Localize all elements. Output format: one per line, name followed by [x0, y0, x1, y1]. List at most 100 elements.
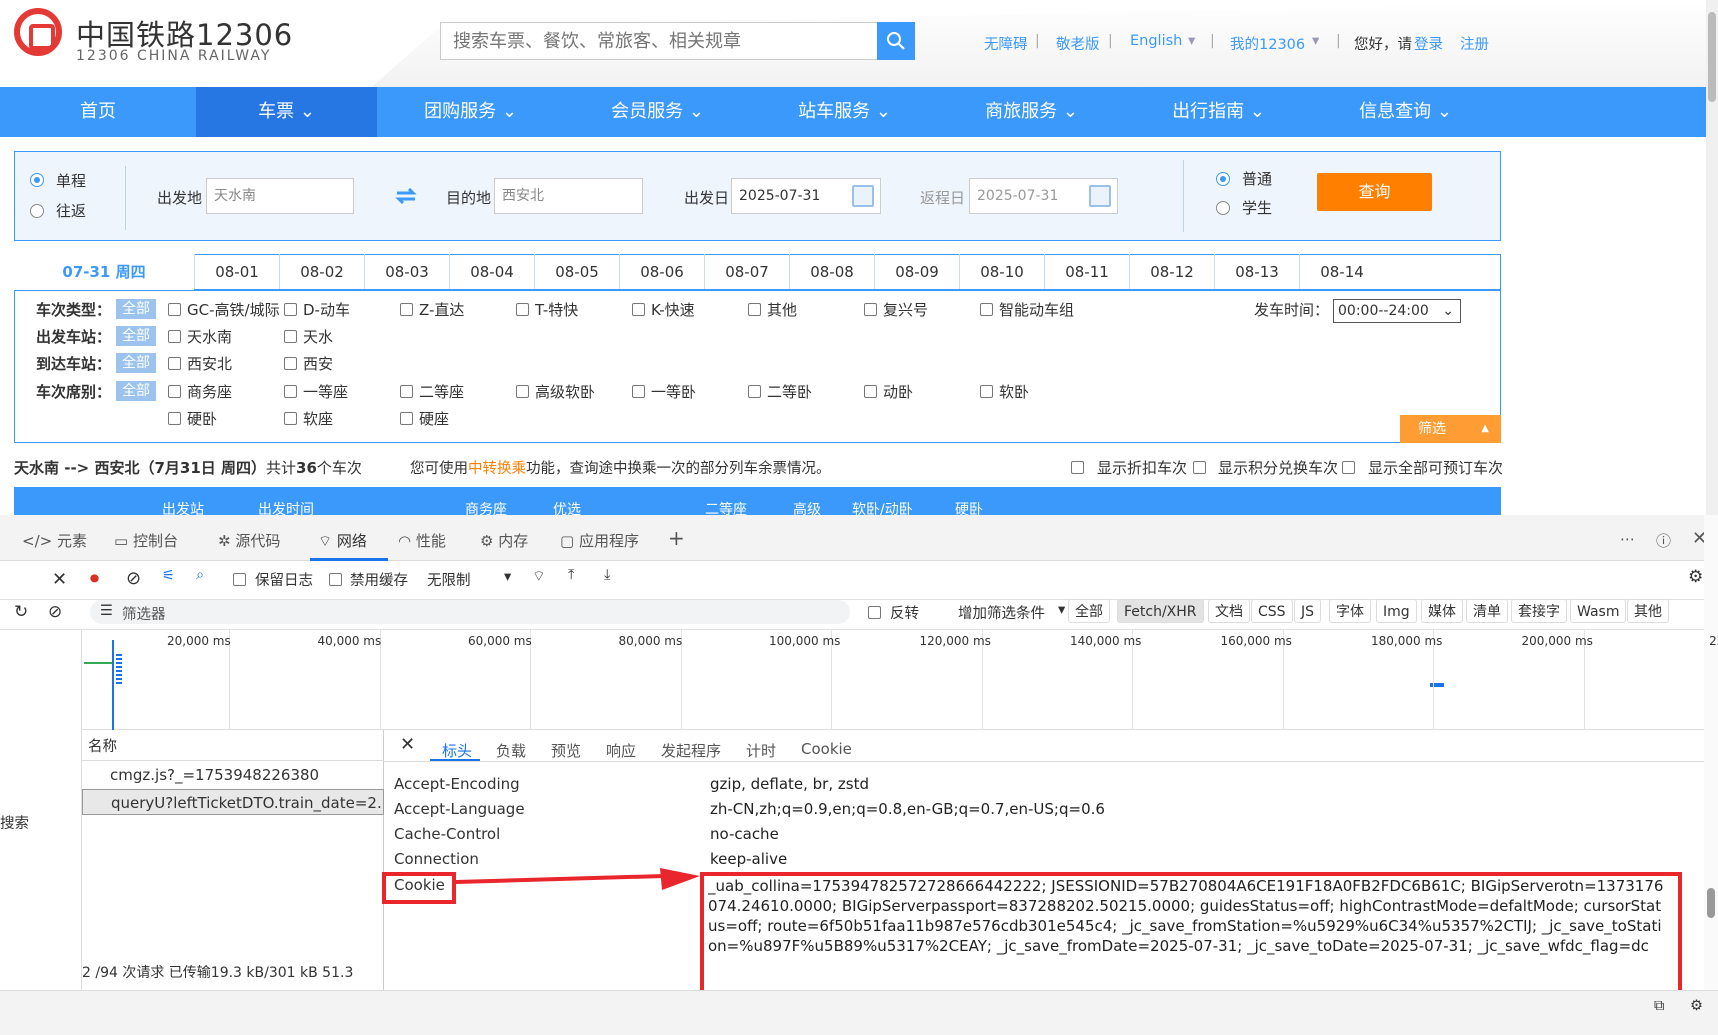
- nav-member[interactable]: 会员服务 ⌄: [564, 87, 751, 137]
- filter-checkbox[interactable]: [168, 357, 181, 370]
- search-button[interactable]: [877, 22, 915, 60]
- resource-type-chip[interactable]: 套接字: [1511, 599, 1567, 623]
- site-search-input[interactable]: [441, 23, 877, 59]
- filter-checkbox[interactable]: [400, 412, 413, 425]
- transfer-link[interactable]: 中转换乘: [468, 461, 526, 477]
- column-header[interactable]: 硬卧: [955, 499, 983, 515]
- network-conditions-icon[interactable]: ⌔: [532, 568, 546, 586]
- elder-mode-link[interactable]: 敬老版: [1056, 33, 1100, 54]
- date-tab[interactable]: 08-08: [789, 254, 874, 290]
- more-filters-button[interactable]: 增加筛选条件: [958, 602, 1045, 623]
- filter-checkbox[interactable]: [284, 385, 297, 398]
- detail-tab-preview[interactable]: 预览: [551, 740, 581, 761]
- filter-checkbox[interactable]: [516, 303, 529, 316]
- from-station-input[interactable]: 天水南: [206, 178, 354, 214]
- page-scroll-thumb[interactable]: [1708, 12, 1716, 102]
- clear-icon[interactable]: ⊘: [126, 568, 141, 589]
- request-row-selected[interactable]: queryU?leftTicketDTO.train_date=2...: [82, 789, 384, 815]
- tab-network[interactable]: ⌔ 网络: [318, 530, 367, 551]
- date-tab[interactable]: 08-02: [279, 254, 364, 290]
- close-drawer-icon[interactable]: ✕: [52, 569, 67, 590]
- nav-station[interactable]: 站车服务 ⌄: [751, 87, 938, 137]
- search-icon[interactable]: ⌕: [196, 567, 204, 583]
- filter-toggle-button[interactable]: 筛选 ▲: [1400, 415, 1501, 443]
- filter-checkbox[interactable]: [400, 303, 413, 316]
- all-train-types-button[interactable]: 全部: [116, 299, 156, 319]
- all-depart-stations-button[interactable]: 全部: [116, 326, 156, 346]
- filter-icon[interactable]: ⚟: [162, 568, 175, 584]
- tab-sources[interactable]: ✲ 源代码: [218, 530, 280, 551]
- nav-guide[interactable]: 出行指南 ⌄: [1125, 87, 1312, 137]
- date-tab-selected[interactable]: 07-31 周四: [14, 254, 194, 290]
- resource-type-chip[interactable]: Img: [1376, 599, 1417, 623]
- date-tab[interactable]: 08-03: [364, 254, 449, 290]
- filter-checkbox[interactable]: [980, 385, 993, 398]
- filter-checkbox[interactable]: [864, 385, 877, 398]
- detail-tab-timing[interactable]: 计时: [746, 740, 776, 761]
- column-header[interactable]: 出发时间: [258, 499, 314, 515]
- column-header[interactable]: 商务座: [465, 499, 507, 515]
- depart-time-select[interactable]: 00:00--24:00 ⌄: [1333, 299, 1461, 323]
- nav-info[interactable]: 信息查询 ⌄: [1312, 87, 1499, 137]
- english-link[interactable]: English: [1130, 33, 1182, 49]
- resource-type-chip[interactable]: 其他: [1627, 599, 1669, 623]
- query-button[interactable]: 查询: [1317, 173, 1432, 211]
- column-header[interactable]: 二等座: [705, 499, 747, 515]
- nav-home[interactable]: 首页: [0, 87, 196, 137]
- filter-checkbox[interactable]: [748, 303, 761, 316]
- left-search-label[interactable]: 搜索: [0, 812, 29, 833]
- request-row[interactable]: cmgz.js?_=1753948226380: [82, 762, 384, 788]
- discount-trains-checkbox[interactable]: [1071, 461, 1084, 474]
- column-header[interactable]: 优选: [553, 499, 581, 515]
- settings-gear-icon[interactable]: ⚙: [1688, 567, 1703, 587]
- nav-tickets[interactable]: 车票 ⌄: [196, 87, 377, 137]
- date-tab[interactable]: 08-11: [1044, 254, 1129, 290]
- more-options-icon[interactable]: ⋯: [1620, 530, 1635, 548]
- column-header[interactable]: 软卧/动卧: [852, 499, 913, 515]
- tab-console[interactable]: ▭ 控制台: [114, 530, 178, 551]
- add-tab-icon[interactable]: +: [668, 526, 685, 550]
- date-tab[interactable]: 08-09: [874, 254, 959, 290]
- preserve-log-checkbox[interactable]: [233, 573, 246, 586]
- disable-cache-checkbox[interactable]: [329, 573, 342, 586]
- dock-icon[interactable]: ⧉: [1654, 998, 1664, 1014]
- tab-elements[interactable]: </> 元素: [22, 530, 87, 551]
- detail-tab-response[interactable]: 响应: [606, 740, 636, 761]
- column-header[interactable]: 高级: [793, 499, 821, 515]
- tab-application[interactable]: ▢ 应用程序: [560, 530, 639, 551]
- resource-type-chip[interactable]: 文档: [1208, 599, 1250, 623]
- resource-type-chip[interactable]: 全部: [1068, 599, 1110, 623]
- resource-type-chip[interactable]: 字体: [1329, 599, 1371, 623]
- one-way-radio[interactable]: [30, 173, 44, 187]
- login-link[interactable]: 登录: [1414, 33, 1443, 54]
- resource-type-chip[interactable]: CSS: [1251, 599, 1293, 623]
- nav-group[interactable]: 团购服务 ⌄: [377, 87, 564, 137]
- date-tab[interactable]: 08-06: [619, 254, 704, 290]
- date-tab[interactable]: 08-05: [534, 254, 619, 290]
- filter-checkbox[interactable]: [632, 385, 645, 398]
- site-search-box[interactable]: [440, 22, 878, 60]
- calendar-icon[interactable]: [852, 185, 874, 207]
- filter-checkbox[interactable]: [168, 385, 181, 398]
- filter-checkbox[interactable]: [284, 303, 297, 316]
- points-trains-checkbox[interactable]: [1193, 461, 1206, 474]
- tab-performance[interactable]: ◠ 性能: [398, 530, 446, 551]
- calendar-icon[interactable]: [1089, 185, 1111, 207]
- close-detail-icon[interactable]: ✕: [400, 734, 415, 755]
- filter-checkbox[interactable]: [168, 303, 181, 316]
- tab-memory[interactable]: ⚙ 内存: [480, 530, 528, 551]
- register-link[interactable]: 注册: [1460, 33, 1489, 54]
- student-ticket-radio[interactable]: [1216, 201, 1230, 215]
- date-tab[interactable]: 08-13: [1214, 254, 1299, 290]
- resource-type-chip[interactable]: Wasm: [1570, 599, 1627, 623]
- chevron-down-icon[interactable]: ▾: [1188, 33, 1195, 49]
- resource-type-chip[interactable]: 清单: [1466, 599, 1508, 623]
- help-icon[interactable]: ⓘ: [1656, 530, 1671, 551]
- to-station-input[interactable]: 西安北: [494, 178, 643, 214]
- date-tab[interactable]: 08-07: [704, 254, 789, 290]
- column-header[interactable]: 出发站: [162, 499, 204, 515]
- chevron-down-icon[interactable]: ▾: [1058, 602, 1065, 618]
- filter-checkbox[interactable]: [516, 385, 529, 398]
- name-column-header[interactable]: 名称: [88, 735, 117, 756]
- reload-icon[interactable]: ↻: [14, 602, 28, 622]
